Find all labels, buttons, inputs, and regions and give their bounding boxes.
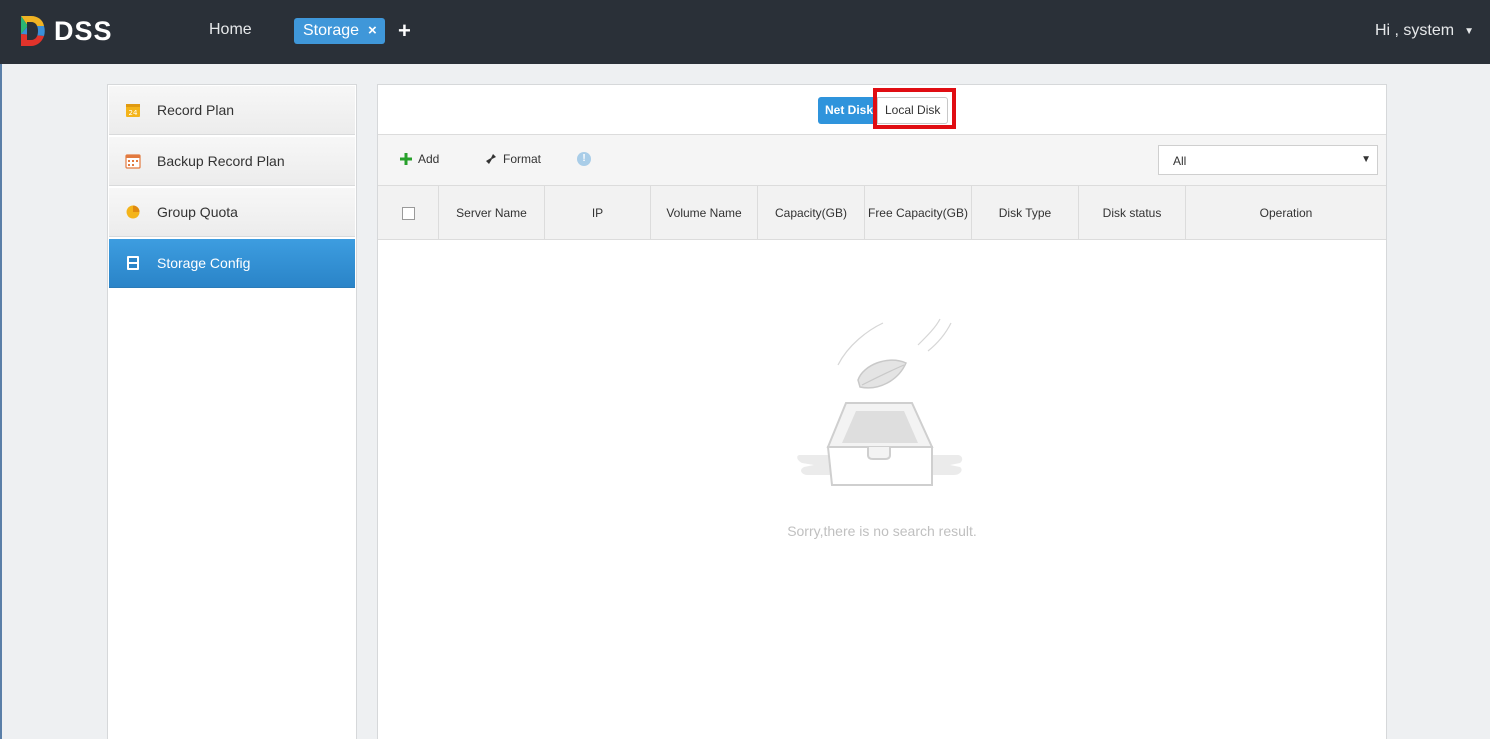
add-button[interactable]: Add — [400, 152, 439, 166]
sidebar: 24 Record Plan Backup Record Plan Group … — [107, 84, 357, 739]
sidebar-item-storage-config[interactable]: Storage Config — [109, 239, 355, 288]
tab-storage-label: Storage — [303, 22, 360, 39]
left-edge-strip — [0, 64, 2, 739]
sidebar-item-record-plan[interactable]: 24 Record Plan — [109, 86, 355, 135]
tab-storage[interactable]: Storage × — [294, 18, 385, 44]
toolbar: Add Format ! All ▼ — [378, 134, 1386, 186]
sidebar-item-group-quota[interactable]: Group Quota — [109, 188, 355, 237]
format-button-label: Format — [503, 152, 542, 166]
filter-selected-value: All — [1173, 154, 1187, 168]
chevron-down-icon: ▼ — [1361, 154, 1371, 165]
sidebar-item-label: Backup Record Plan — [157, 153, 285, 169]
column-header-server-name[interactable]: Server Name — [439, 186, 545, 240]
disk-filter-select[interactable]: All ▼ — [1158, 145, 1378, 175]
calendar-24-icon: 24 — [125, 102, 141, 118]
column-header-volume-name[interactable]: Volume Name — [651, 186, 758, 240]
select-all-cell — [378, 186, 439, 240]
close-icon[interactable]: × — [368, 18, 377, 44]
empty-state-message: Sorry,there is no search result. — [787, 523, 977, 539]
column-header-capacity[interactable]: Capacity(GB) — [758, 186, 865, 240]
table-header: Server Name IP Volume Name Capacity(GB) … — [378, 186, 1386, 240]
column-header-disk-type[interactable]: Disk Type — [972, 186, 1079, 240]
net-disk-tab[interactable]: Net Disk — [818, 97, 881, 124]
app-logo[interactable]: DSS — [18, 14, 113, 48]
svg-text:24: 24 — [129, 109, 138, 117]
empty-box-illustration — [797, 318, 963, 486]
top-navigation-bar: DSS Home Storage × + Hi , system ▼ — [0, 0, 1490, 64]
add-button-label: Add — [418, 152, 440, 166]
sidebar-item-backup-record-plan[interactable]: Backup Record Plan — [109, 137, 355, 186]
chevron-down-icon: ▼ — [1464, 25, 1474, 37]
calendar-grid-icon — [125, 153, 141, 169]
nav-home-link[interactable]: Home — [209, 20, 252, 40]
main-content-panel: Net Disk Local Disk Add Format ! All ▼ S… — [377, 84, 1387, 739]
broom-icon — [486, 154, 496, 164]
format-button[interactable]: Format — [485, 152, 541, 166]
app-name: DSS — [54, 16, 113, 46]
user-greeting: Hi , system — [1374, 22, 1455, 39]
add-tab-button[interactable]: + — [398, 17, 411, 45]
info-icon[interactable]: ! — [577, 152, 591, 166]
dss-logo-icon — [21, 16, 45, 46]
sidebar-item-label: Group Quota — [157, 204, 238, 220]
sidebar-item-label: Storage Config — [157, 255, 251, 271]
sidebar-item-label: Record Plan — [157, 102, 235, 118]
column-header-disk-status[interactable]: Disk status — [1079, 186, 1186, 240]
select-all-checkbox[interactable] — [401, 206, 415, 220]
highlight-box — [873, 88, 956, 129]
storage-disk-icon — [125, 255, 141, 271]
column-header-operation[interactable]: Operation — [1186, 186, 1386, 240]
pie-chart-icon — [125, 204, 141, 220]
column-header-ip[interactable]: IP — [545, 186, 651, 240]
plus-icon — [400, 153, 412, 165]
column-header-free-capacity[interactable]: Free Capacity(GB) — [865, 186, 972, 240]
user-menu[interactable]: Hi , system ▼ — [1375, 20, 1474, 42]
